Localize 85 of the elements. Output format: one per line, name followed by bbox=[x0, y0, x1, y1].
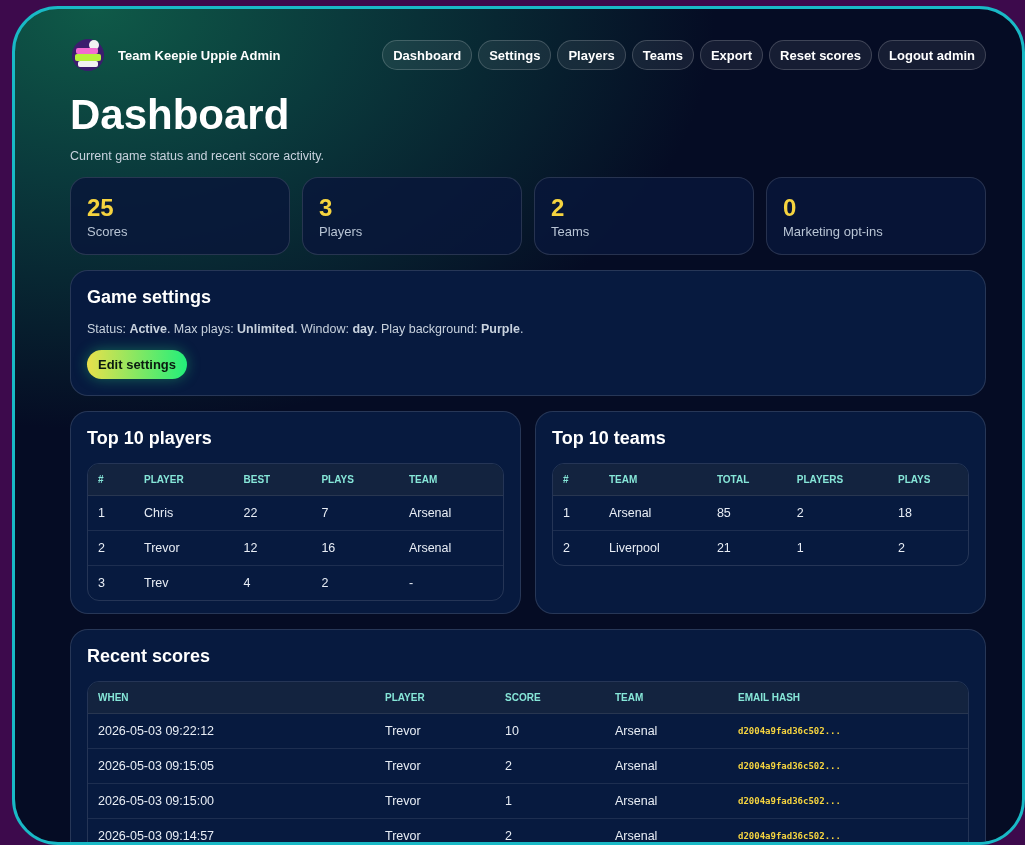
table-cell: Chris bbox=[134, 495, 234, 531]
table-cell: Arsenal bbox=[605, 713, 728, 749]
table-cell: Arsenal bbox=[599, 495, 707, 531]
column-header: # bbox=[88, 464, 134, 496]
table-cell: 2 bbox=[888, 530, 968, 565]
stat-label: Scores bbox=[87, 224, 129, 239]
stat-value: 3 bbox=[319, 194, 334, 222]
table-cell: - bbox=[398, 565, 503, 600]
page-subtitle: Current game status and recent score activity. bbox=[70, 149, 326, 163]
column-header: # bbox=[553, 464, 599, 496]
settings-summary: Status: Active. Max plays: Unlimited. Window: day. Play background: Purple. bbox=[87, 322, 525, 336]
table-cell: 2026-05-03 09:22:12 bbox=[88, 713, 375, 749]
table-cell: 2 bbox=[553, 530, 599, 565]
table-cell: 1 bbox=[88, 495, 134, 531]
column-header: PLAYS bbox=[311, 464, 399, 496]
logo-icon bbox=[70, 37, 106, 73]
table-cell: 85 bbox=[706, 495, 787, 531]
table-cell: 18 bbox=[888, 495, 968, 531]
column-header: TEAM bbox=[605, 682, 728, 714]
table-cell: 16 bbox=[311, 530, 399, 566]
table-cell: 2026-05-03 09:14:57 bbox=[88, 818, 375, 842]
table-cell: Trevor bbox=[375, 713, 495, 749]
stat-value: 25 bbox=[87, 194, 115, 222]
table-cell: Trevor bbox=[375, 783, 495, 819]
app-title: Team Keepie Uppie Admin bbox=[118, 47, 281, 63]
column-header: EMAIL HASH bbox=[728, 682, 968, 714]
stat-label: Players bbox=[319, 224, 364, 239]
column-header: PLAYER bbox=[134, 464, 234, 496]
card-title: Top 10 players bbox=[87, 428, 213, 449]
hash-cell: d2004a9fad36c502... bbox=[728, 783, 968, 819]
nav-button[interactable]: Logout admin bbox=[878, 40, 986, 70]
nav-button[interactable]: Settings bbox=[478, 40, 552, 70]
column-header: SCORE bbox=[495, 682, 605, 714]
hash-cell: d2004a9fad36c502... bbox=[728, 748, 968, 784]
table-cell: 22 bbox=[233, 495, 312, 531]
table-cell: Arsenal bbox=[605, 783, 728, 819]
column-header: WHEN bbox=[88, 682, 375, 714]
table-cell: Arsenal bbox=[398, 530, 503, 566]
hash-cell: d2004a9fad36c502... bbox=[728, 713, 968, 749]
table-cell: 3 bbox=[88, 565, 134, 600]
table-cell: 2026-05-03 09:15:00 bbox=[88, 783, 375, 819]
table-cell: 4 bbox=[233, 565, 312, 600]
table-cell: 2 bbox=[495, 748, 605, 784]
table-cell: 1 bbox=[553, 495, 599, 531]
table-cell: 1 bbox=[786, 530, 888, 565]
stat-value: 0 bbox=[783, 194, 798, 222]
stat-label: Marketing opt-ins bbox=[783, 224, 884, 239]
nav-button[interactable]: Reset scores bbox=[769, 40, 873, 70]
table-cell: 2 bbox=[311, 565, 399, 600]
table-cell: Trevor bbox=[375, 748, 495, 784]
table-cell: Trevor bbox=[134, 530, 234, 566]
table-cell: 2 bbox=[88, 530, 134, 566]
hash-cell: d2004a9fad36c502... bbox=[728, 818, 968, 842]
page-title: Dashboard bbox=[70, 91, 291, 139]
stat-label: Teams bbox=[551, 224, 591, 239]
nav-button[interactable]: Export bbox=[699, 40, 764, 70]
table-cell: Arsenal bbox=[398, 495, 503, 531]
column-header: PLAYERS bbox=[786, 464, 888, 496]
card-title: Game settings bbox=[87, 287, 213, 308]
card-title: Recent scores bbox=[87, 646, 212, 667]
table-cell: Arsenal bbox=[605, 748, 728, 784]
table-cell: 2 bbox=[786, 495, 888, 531]
table-cell: 7 bbox=[311, 495, 399, 531]
column-header: PLAYS bbox=[888, 464, 968, 496]
table-cell: 10 bbox=[495, 713, 605, 749]
table-cell: Trev bbox=[134, 565, 234, 600]
column-header: BEST bbox=[233, 464, 312, 496]
table-cell: Arsenal bbox=[605, 818, 728, 842]
card-title: Top 10 teams bbox=[552, 428, 667, 449]
column-header: TOTAL bbox=[706, 464, 787, 496]
column-header: PLAYER bbox=[375, 682, 495, 714]
table-cell: 1 bbox=[495, 783, 605, 819]
nav-button[interactable]: Players bbox=[557, 40, 626, 70]
table-cell: Liverpool bbox=[599, 530, 707, 565]
nav-button[interactable]: Teams bbox=[631, 40, 694, 70]
table-cell: Trevor bbox=[375, 818, 495, 842]
table-cell: 12 bbox=[233, 530, 312, 566]
table-cell: 21 bbox=[706, 530, 787, 565]
stat-value: 2 bbox=[551, 194, 566, 222]
column-header: TEAM bbox=[599, 464, 707, 496]
nav-button[interactable]: Dashboard bbox=[382, 40, 473, 70]
table-cell: 2026-05-03 09:15:05 bbox=[88, 748, 375, 784]
table-cell: 2 bbox=[495, 818, 605, 842]
column-header: TEAM bbox=[398, 464, 503, 496]
edit-settings-button[interactable]: Edit settings bbox=[87, 350, 187, 379]
